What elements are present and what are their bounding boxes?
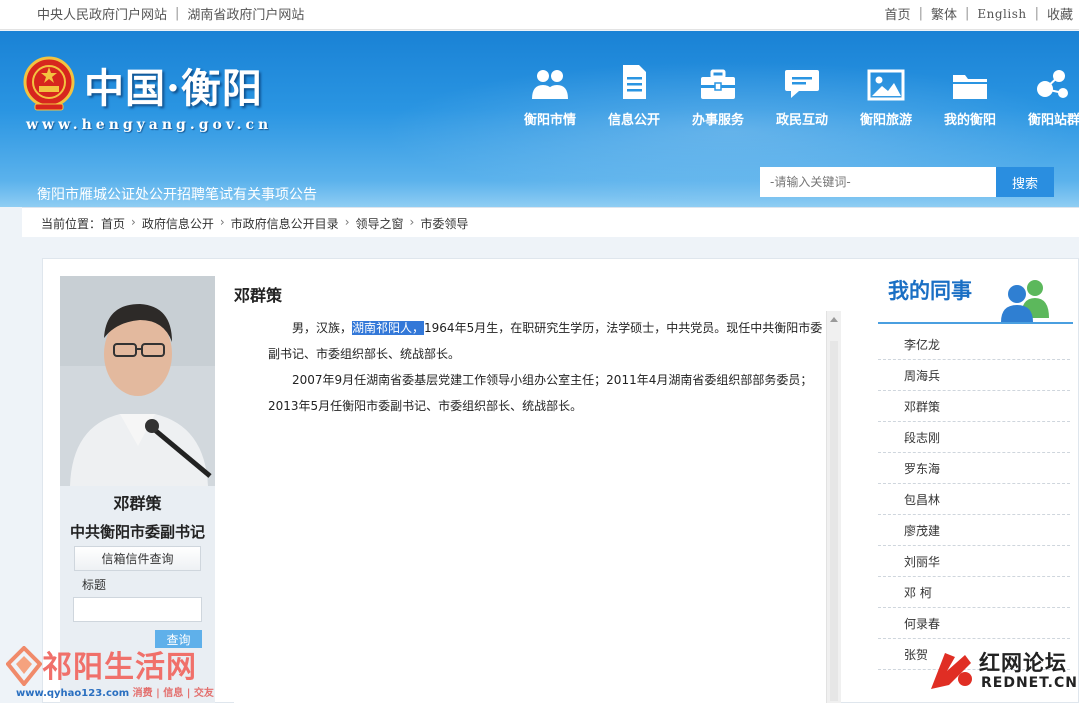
title-input[interactable]	[73, 597, 202, 622]
nav-item-info-public[interactable]: 信息公开	[592, 61, 676, 128]
divider: |	[1034, 6, 1039, 21]
national-emblem-icon	[23, 56, 75, 111]
watermark-tags: 消费 | 信息 | 交友	[132, 688, 214, 699]
nav-item-city-info[interactable]: 衡阳市情	[508, 61, 592, 128]
colleagues-header: 我的同事	[878, 272, 1073, 324]
scroll-up-arrow-icon[interactable]	[830, 317, 838, 322]
nav-label: 衡阳旅游	[859, 113, 912, 128]
breadcrumb-item-city-leaders[interactable]: 市委领导	[420, 215, 468, 232]
search-input[interactable]	[760, 167, 996, 197]
nav-item-tourism[interactable]: 衡阳旅游	[844, 61, 928, 128]
chat-icon	[785, 70, 819, 98]
top-bar: 中央人民政府门户网站 | 湖南省政府门户网站 首页 | 繁体 | English…	[0, 0, 1079, 30]
breadcrumb-bar: 当前位置： 首页 › 政府信息公开 › 市政府信息公开目录 › 领导之窗 › 市…	[22, 207, 1079, 237]
breadcrumb-item-leaders[interactable]: 领导之窗	[356, 215, 404, 232]
site-header: 中国·衡阳 www.hengyang.gov.cn 衡阳市情 信息公开 办事服务	[0, 31, 1079, 207]
search-box: 搜索	[760, 167, 1054, 197]
divider: |	[964, 6, 970, 21]
link-favorite[interactable]: 收藏	[1047, 4, 1073, 23]
article-paragraph: 2007年9月任湖南省委基层党建工作领导小组办公室主任；2011年4月湖南省委组…	[268, 373, 813, 413]
rednet-logo-icon	[931, 653, 972, 689]
nav-label: 办事服务	[691, 113, 744, 128]
article-frame: 男，汉族，湖南祁阳人，1964年5月生，在职研究生学历，法学硕士，中共党员。现任…	[234, 311, 841, 703]
scroll-track[interactable]	[830, 341, 838, 701]
folder-icon	[953, 75, 987, 99]
watermark-rednet: 红网论坛 REDNET.CN	[925, 643, 1079, 703]
network-icon	[1037, 70, 1068, 98]
colleague-item[interactable]: 段志刚	[878, 422, 1070, 453]
link-central-gov[interactable]: 中央人民政府门户网站	[37, 4, 167, 23]
chevron-right-icon: ›	[344, 215, 350, 229]
link-hunan-gov[interactable]: 湖南省政府门户网站	[187, 4, 304, 23]
external-links: 中央人民政府门户网站 | 湖南省政府门户网站	[37, 4, 304, 23]
colleague-item[interactable]: 周海兵	[878, 360, 1070, 391]
nav-label: 衡阳站群	[1027, 113, 1079, 128]
search-button[interactable]: 搜索	[996, 167, 1054, 197]
nav-item-interaction[interactable]: 政民互动	[760, 61, 844, 128]
article-body: 男，汉族，湖南祁阳人，1964年5月生，在职研究生学历，法学硕士，中共党员。现任…	[234, 311, 824, 419]
chevron-right-icon: ›	[409, 215, 415, 229]
article-title: 邓群策	[234, 286, 283, 305]
picture-icon	[867, 69, 905, 101]
colleague-item[interactable]: 李亿龙	[878, 329, 1070, 360]
highlighted-text: 湖南祁阳人，	[352, 321, 425, 335]
diamond-logo-icon	[6, 646, 42, 686]
utility-links: 首页 | 繁体 | English | 收藏	[885, 4, 1073, 23]
breadcrumb-item-catalog[interactable]: 市政府信息公开目录	[231, 215, 339, 232]
watermark-logo-text: 祁阳生活网	[42, 650, 197, 685]
briefcase-icon	[701, 69, 735, 99]
watermark-url-text: www.qyhao123.com	[16, 688, 130, 699]
title-label: 标题	[82, 578, 107, 592]
chevron-right-icon: ›	[219, 215, 225, 229]
link-home[interactable]: 首页	[885, 4, 911, 23]
article-paragraph: 男，汉族，湖南祁阳人，1964年5月生，在职研究生学历，法学硕士，中共党员。现任…	[268, 315, 824, 367]
breadcrumb-prefix: 当前位置：	[41, 217, 102, 231]
colleagues-people-icon	[1001, 280, 1049, 322]
colleague-item[interactable]: 罗东海	[878, 453, 1070, 484]
document-icon	[623, 65, 646, 99]
watermark-url: www.qyhao123.com 消费 | 信息 | 交友	[16, 684, 214, 699]
notice-link[interactable]: 衡阳市雁城公证处公开招聘笔试有关事项公告	[37, 184, 317, 204]
profile-position: 中共衡阳市委副书记	[69, 523, 205, 541]
colleagues-list: 李亿龙 周海兵 邓群策 段志刚 罗东海 包昌林 廖茂建 刘丽华 邓 柯 何录春 …	[878, 329, 1070, 670]
profile-photo	[60, 276, 215, 486]
vertical-scrollbar[interactable]	[826, 311, 841, 703]
colleague-item[interactable]: 包昌林	[878, 484, 1070, 515]
colleague-item[interactable]: 刘丽华	[878, 546, 1070, 577]
colleague-item[interactable]: 邓群策	[878, 391, 1070, 422]
nav-label: 我的衡阳	[943, 113, 996, 128]
colleagues-heading: 我的同事	[888, 278, 972, 303]
breadcrumb-item-gov-info[interactable]: 政府信息公开	[142, 215, 214, 232]
nav-label: 衡阳市情	[523, 113, 576, 128]
colleague-item[interactable]: 何录春	[878, 608, 1070, 639]
breadcrumb-item-home[interactable]: 首页	[101, 215, 125, 232]
nav-item-my-hengyang[interactable]: 我的衡阳	[928, 61, 1012, 128]
profile-name: 邓群策	[113, 494, 162, 513]
nav-item-site-group[interactable]: 衡阳站群	[1012, 61, 1079, 128]
nav-label: 信息公开	[607, 113, 660, 128]
text-segment: 男，汉族，	[292, 321, 353, 335]
colleague-item[interactable]: 邓 柯	[878, 577, 1070, 608]
site-title[interactable]: 中国·衡阳	[84, 56, 263, 114]
people-icon	[532, 70, 568, 99]
breadcrumb: 当前位置： 首页 › 政府信息公开 › 市政府信息公开目录 › 领导之窗 › 市…	[41, 215, 468, 232]
chevron-right-icon: ›	[131, 215, 136, 229]
watermark-rednet-cn: 红网论坛	[979, 651, 1067, 675]
nav-label: 政民互动	[775, 113, 828, 128]
watermark-qiyang-life: 祁阳生活网 www.qyhao123.com 消费 | 信息 | 交友	[0, 638, 214, 703]
divider: |	[175, 6, 180, 21]
site-url: www.hengyang.gov.cn	[26, 117, 273, 133]
colleague-item[interactable]: 廖茂建	[878, 515, 1070, 546]
link-english[interactable]: English	[977, 7, 1026, 21]
nav-item-services[interactable]: 办事服务	[676, 61, 760, 128]
mailbox-query-button[interactable]: 信箱信件查询	[74, 546, 201, 571]
divider: |	[918, 6, 923, 21]
watermark-rednet-en: REDNET.CN	[981, 675, 1078, 691]
link-traditional[interactable]: 繁体	[931, 4, 957, 23]
main-nav: 衡阳市情 信息公开 办事服务 政民互动 衡阳旅游 我的衡阳 衡阳站群	[508, 61, 1079, 128]
